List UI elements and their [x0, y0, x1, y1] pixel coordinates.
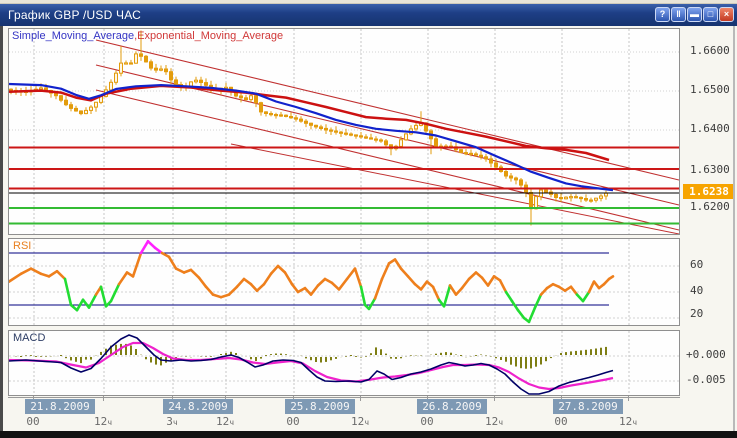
rsi-axis-label: 40: [690, 284, 703, 297]
macd-label: MACD: [13, 332, 45, 344]
candlestick-chart[interactable]: [9, 29, 679, 234]
macd-panel[interactable]: MACD: [8, 330, 680, 396]
axis-tick: [103, 396, 104, 401]
price-axis-label: 1.6200: [690, 200, 730, 213]
chart-window: График GBP /USD ЧАС ? ‖ ▬ □ × Simple_Mov…: [0, 0, 737, 438]
current-price-badge: 1.6238: [683, 184, 735, 199]
macd-axis-label: -0.005: [686, 373, 726, 386]
date-label: 25.8.2009: [285, 399, 355, 414]
macd-chart[interactable]: [9, 331, 679, 395]
price-axis-label: 1.6400: [690, 122, 730, 135]
sma-label: Simple_Moving_Average: [12, 30, 134, 42]
window-title: График GBP /USD ЧАС: [8, 8, 141, 22]
time-tick-label: 00: [286, 415, 299, 428]
rsi-axis-label: 60: [690, 258, 703, 271]
time-tick-label: 12ч: [94, 415, 112, 428]
window-bottom-edge: [0, 431, 737, 438]
date-label: 27.8.2009: [553, 399, 623, 414]
time-tick-label: 3ч: [166, 415, 177, 428]
rsi-label: RSI: [13, 240, 31, 252]
window-right-edge: [733, 26, 735, 432]
time-tick-label: 00: [26, 415, 39, 428]
date-label: 24.8.2009: [163, 399, 233, 414]
title-bar[interactable]: График GBP /USD ЧАС ? ‖ ▬ □ ×: [0, 4, 737, 26]
axis-tick: [628, 396, 629, 401]
price-axis-label: 1.6500: [690, 83, 730, 96]
ema-label: Exponential_Moving_Average: [137, 30, 283, 42]
time-axis-line: [8, 397, 680, 398]
help-button[interactable]: ?: [655, 7, 670, 22]
date-label: 26.8.2009: [417, 399, 487, 414]
date-label: 21.8.2009: [25, 399, 95, 414]
rsi-chart[interactable]: [9, 239, 679, 325]
price-chart-panel[interactable]: Simple_Moving_Average,Exponential_Moving…: [8, 28, 680, 235]
price-axis-label: 1.6300: [690, 163, 730, 176]
price-axis: 1.6238 1.6600 1.6500 1.6400 1.6300 1.6200 60 4…: [682, 0, 737, 438]
time-tick-label: 00: [554, 415, 567, 428]
time-tick-label: 12ч: [351, 415, 369, 428]
macd-axis-label: +0.000: [686, 348, 726, 361]
axis-tick: [494, 396, 495, 401]
rsi-axis-label: 20: [690, 307, 703, 320]
rsi-panel[interactable]: RSI: [8, 238, 680, 326]
axis-tick: [360, 396, 361, 401]
time-tick-label: 12ч: [485, 415, 503, 428]
window-left-edge: [0, 26, 3, 432]
time-axis: 21.8.2009 24.8.2009 25.8.2009 26.8.2009 27.8…: [8, 396, 680, 431]
price-axis-label: 1.6600: [690, 44, 730, 57]
indicator-labels: Simple_Moving_Average,Exponential_Moving…: [12, 30, 283, 42]
time-tick-label: 12ч: [216, 415, 234, 428]
time-tick-label: 00: [420, 415, 433, 428]
time-tick-label: 12ч: [619, 415, 637, 428]
